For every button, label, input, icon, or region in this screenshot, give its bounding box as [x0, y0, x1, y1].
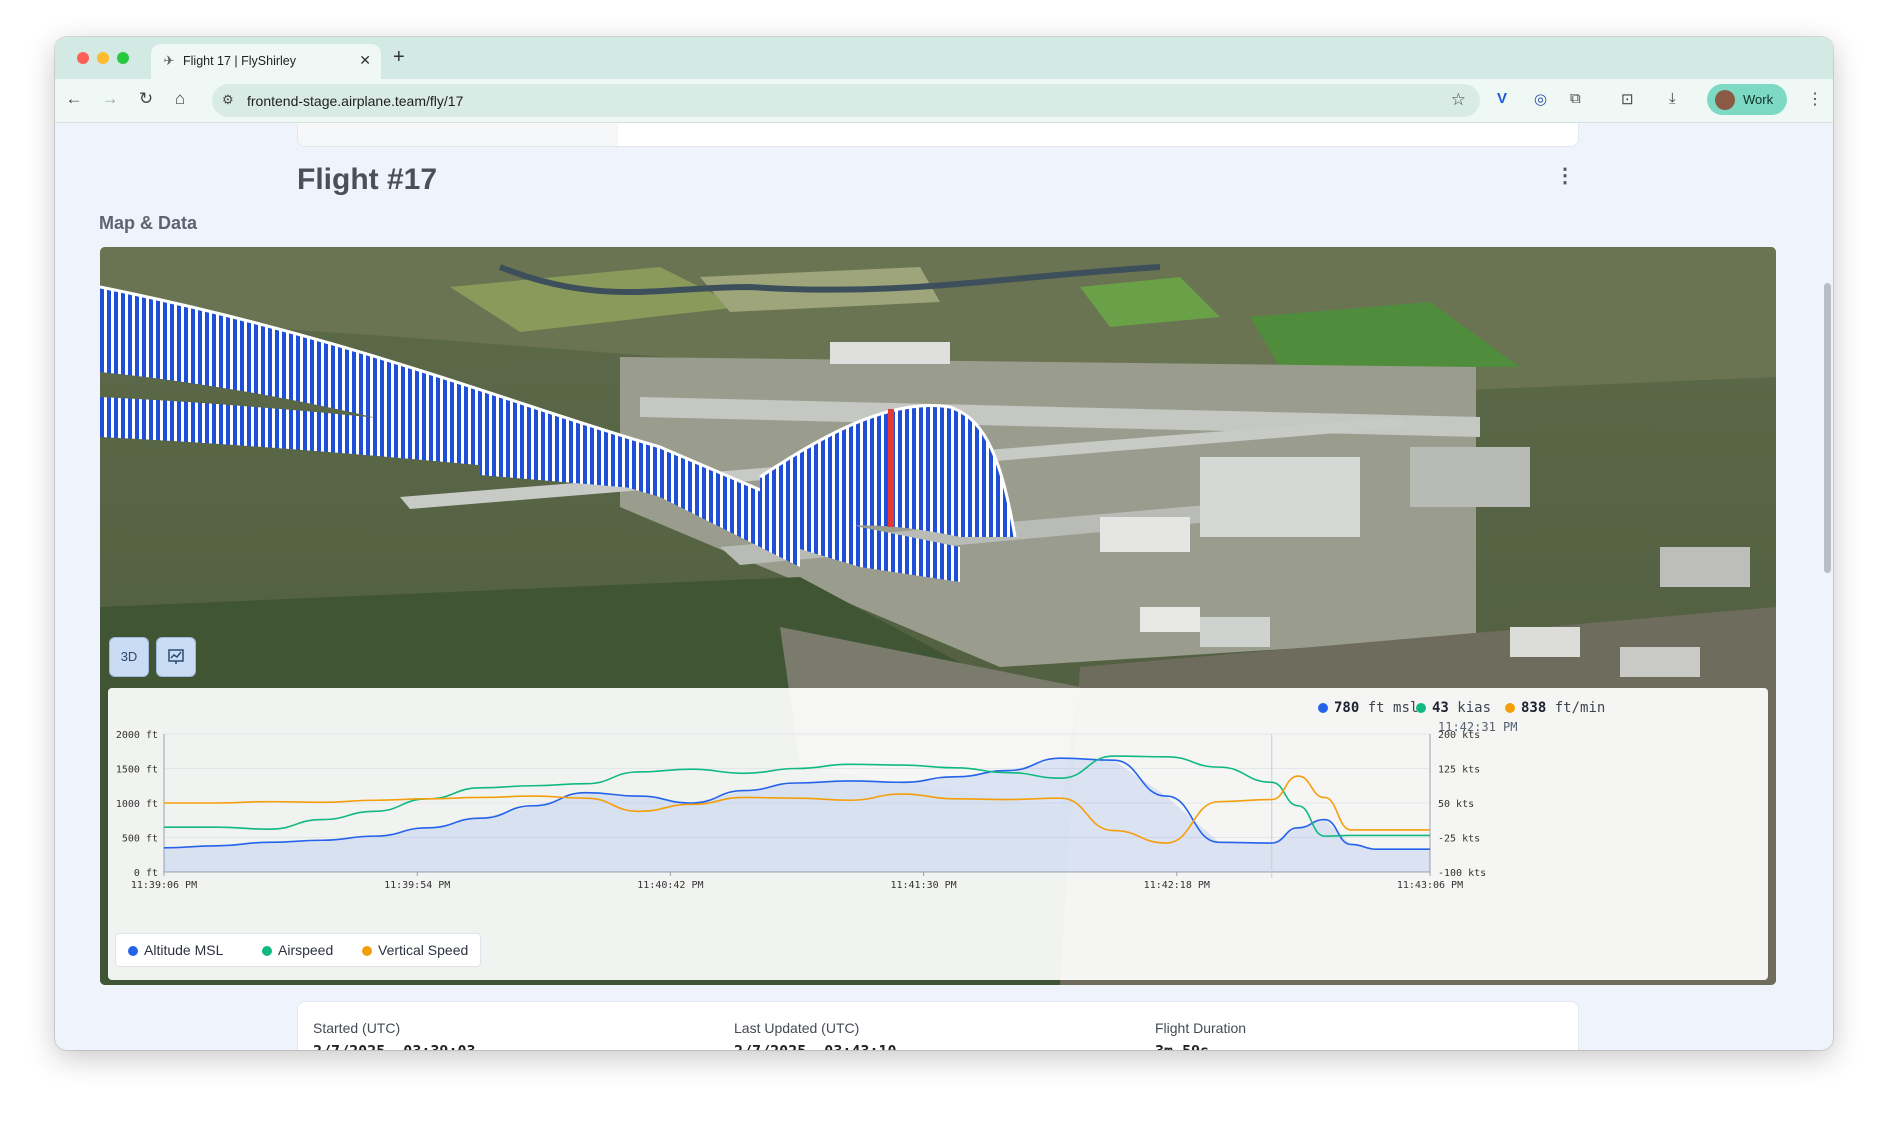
- updated-value: 2/7/2025, 03:43:10: [734, 1042, 897, 1050]
- browser-toolbar: ← → ↻ ⌂ ⚙ frontend-stage.airplane.team/f…: [55, 79, 1833, 123]
- vertical-speed-legend-icon: [362, 946, 372, 956]
- legend-airspeed[interactable]: Airspeed: [262, 942, 333, 958]
- y-tick-label-right: -100 kts: [1438, 868, 1486, 879]
- altitude-area: [164, 758, 1430, 872]
- page-title: Flight #17: [297, 163, 438, 196]
- more-options-icon[interactable]: ⋮: [1555, 163, 1575, 188]
- altitude-legend-icon: [128, 946, 138, 956]
- address-bar[interactable]: ⚙ frontend-stage.airplane.team/fly/17 ☆: [212, 84, 1480, 117]
- back-icon[interactable]: ←: [63, 89, 85, 109]
- y-tick-label-left: 2000 ft: [116, 730, 158, 741]
- y-tick-label-right: 125 kts: [1438, 765, 1480, 776]
- close-tab-icon[interactable]: ✕: [359, 52, 371, 69]
- page-scrollbar[interactable]: [1824, 283, 1831, 573]
- toggle-chart-button[interactable]: [156, 637, 196, 677]
- x-tick-label: 11:40:42 PM: [637, 880, 703, 891]
- legend-vertical-speed[interactable]: Vertical Speed: [362, 942, 468, 958]
- vertical-speed-readout: 838 ft/min: [1505, 700, 1605, 716]
- password-manager-icon[interactable]: ◎: [1534, 90, 1547, 108]
- tab-flight[interactable]: ✈ Flight 17 | FlyShirley ✕: [151, 44, 381, 79]
- url-text[interactable]: frontend-stage.airplane.team/fly/17: [247, 93, 463, 109]
- profile-label: Work: [1743, 92, 1774, 107]
- y-tick-label-left: 1500 ft: [116, 765, 158, 776]
- top-card: [297, 123, 1579, 147]
- x-tick-label: 11:41:30 PM: [890, 880, 956, 891]
- airspeed-legend-icon: [262, 946, 272, 956]
- started-value: 2/7/2025, 03:39:03: [313, 1042, 476, 1050]
- cast-search-icon[interactable]: ⊡: [1621, 90, 1634, 108]
- browser-menu-icon[interactable]: ⋮: [1807, 89, 1823, 109]
- home-icon[interactable]: ⌂: [169, 89, 191, 109]
- tab-title: Flight 17 | FlyShirley: [183, 54, 297, 68]
- airspeed-dot-icon: [1416, 703, 1426, 713]
- section-title: Map & Data: [99, 213, 198, 233]
- minimize-window-button[interactable]: [97, 52, 109, 64]
- altitude-readout: 780 ft msl: [1318, 700, 1418, 716]
- telemetry-chart-panel: 780 ft msl 43 kias 838 ft/min 11:42:31 P…: [108, 688, 1768, 980]
- profile-button[interactable]: Work: [1707, 84, 1787, 115]
- duration-value: 3m 59s: [1155, 1042, 1209, 1050]
- maximize-window-button[interactable]: [117, 52, 129, 64]
- cursor-marker: [888, 409, 894, 527]
- chart-icon: [168, 649, 184, 664]
- page-content: Flight #17 ⋮ Map & Data 3D 780 ft msl 43…: [55, 123, 1833, 1050]
- bookmark-star-icon[interactable]: ☆: [1451, 90, 1466, 110]
- avatar: [1715, 90, 1735, 110]
- airplane-icon: ✈: [163, 53, 175, 68]
- altitude-dot-icon: [1318, 703, 1328, 713]
- x-tick-label: 11:42:18 PM: [1144, 880, 1210, 891]
- y-tick-label-right: 200 kts: [1438, 730, 1480, 741]
- vertical-speed-dot-icon: [1505, 703, 1515, 713]
- legend-altitude[interactable]: Altitude MSL: [128, 942, 223, 958]
- flight-info-card: Started (UTC) 2/7/2025, 03:39:03 Last Up…: [297, 1001, 1579, 1050]
- updated-label: Last Updated (UTC): [734, 1020, 860, 1036]
- x-tick-label: 11:39:06 PM: [131, 880, 197, 891]
- forward-icon[interactable]: →: [99, 89, 121, 109]
- y-tick-label-right: -25 kts: [1438, 834, 1480, 845]
- started-label: Started (UTC): [313, 1020, 401, 1036]
- close-window-button[interactable]: [77, 52, 89, 64]
- y-tick-label-right: 50 kts: [1438, 799, 1474, 810]
- reload-icon[interactable]: ↻: [135, 89, 157, 109]
- site-info-icon[interactable]: ⚙: [222, 92, 234, 108]
- tab-strip: ✈ Flight 17 | FlyShirley ✕ +: [55, 37, 1833, 79]
- y-tick-label-left: 1000 ft: [116, 799, 158, 810]
- telemetry-chart[interactable]: 2000 ft 1500 ft 1000 ft 500 ft 0 ft 200 kts 12…: [108, 728, 1768, 943]
- chart-legend: Altitude MSL Airspeed Vertical Speed: [115, 933, 481, 967]
- y-tick-label-left: 0 ft: [134, 868, 158, 879]
- x-tick-label: 11:43:06 PM: [1397, 880, 1463, 891]
- x-tick-label: 11:39:54 PM: [384, 880, 450, 891]
- y-tick-label-left: 500 ft: [122, 834, 158, 845]
- toggle-3d-button[interactable]: 3D: [109, 637, 149, 677]
- extension-v-icon[interactable]: V: [1497, 90, 1507, 107]
- new-tab-button[interactable]: +: [393, 46, 405, 69]
- airspeed-readout: 43 kias: [1416, 700, 1491, 716]
- browser-window: ✈ Flight 17 | FlyShirley ✕ + ← → ↻ ⌂ ⚙ f…: [55, 37, 1833, 1050]
- download-icon[interactable]: ⤓: [1669, 90, 1676, 107]
- duration-label: Flight Duration: [1155, 1020, 1247, 1036]
- flight-map[interactable]: 3D 780 ft msl 43 kias 838 ft/min 11:42:3…: [100, 247, 1776, 985]
- extensions-puzzle-icon[interactable]: ⧉: [1570, 90, 1581, 107]
